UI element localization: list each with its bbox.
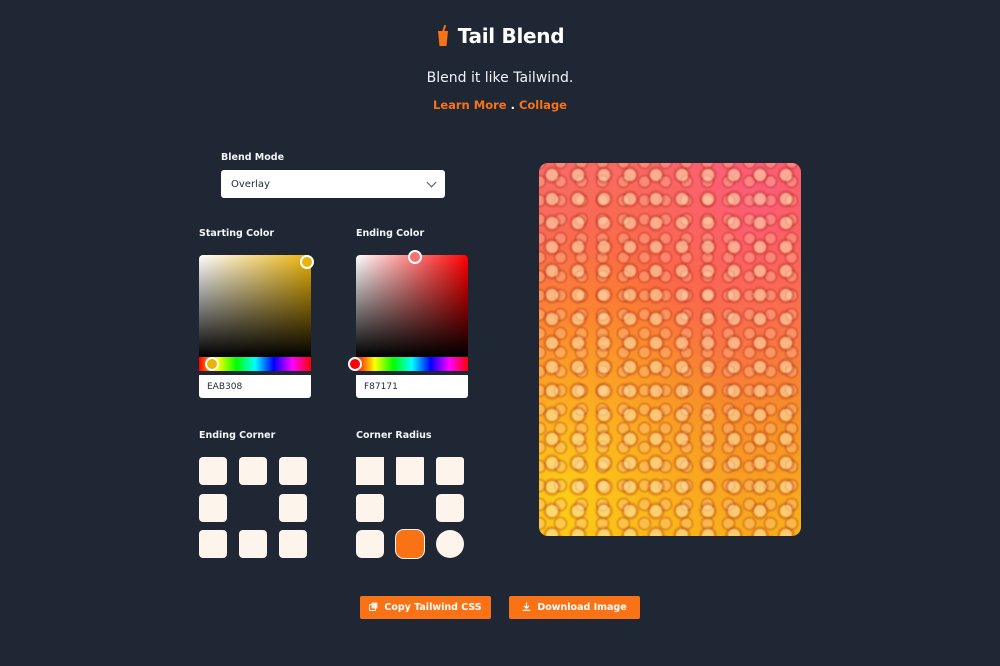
corner-radius-full[interactable] — [436, 530, 464, 558]
ending-color-saturation-handle[interactable] — [408, 250, 422, 264]
download-icon — [522, 602, 531, 614]
corner-radius-md[interactable] — [356, 494, 384, 522]
cup-icon — [436, 24, 450, 47]
preview-texture-overlay — [539, 163, 801, 536]
starting-color-saturation-handle[interactable] — [300, 255, 314, 269]
starting-color-hex-input[interactable]: EAB308 — [199, 375, 311, 398]
copy-tailwind-css-button[interactable]: Copy Tailwind CSS — [360, 596, 491, 619]
blend-mode-value: Overlay — [231, 178, 270, 190]
ending-corner-top-left[interactable] — [199, 457, 227, 485]
app-title: Tail Blend — [457, 24, 565, 48]
ending-color-hex-input[interactable]: F87171 — [356, 375, 468, 398]
brand: Tail Blend — [0, 24, 1000, 48]
corner-radius-lg[interactable] — [436, 494, 464, 522]
ending-corner-label: Ending Corner — [199, 430, 276, 441]
starting-color-saturation-picker[interactable] — [199, 255, 311, 357]
blend-preview-image — [539, 163, 801, 536]
collage-link[interactable]: Collage — [519, 98, 567, 112]
link-separator: . — [510, 98, 515, 112]
blend-mode-label: Blend Mode — [221, 152, 285, 163]
starting-color-hue-handle[interactable] — [205, 357, 219, 371]
corner-radius-none[interactable] — [356, 457, 384, 485]
ending-color-saturation-picker[interactable] — [356, 255, 468, 357]
ending-corner-top-right[interactable] — [279, 457, 307, 485]
ending-corner-bottom[interactable] — [239, 530, 267, 558]
corner-radius-default[interactable] — [436, 457, 464, 485]
corner-radius-selected[interactable] — [396, 530, 424, 558]
ending-corner-top[interactable] — [239, 457, 267, 485]
starting-color-label: Starting Color — [199, 228, 275, 239]
ending-color-hue-slider[interactable] — [356, 357, 468, 371]
tagline: Blend it like Tailwind. — [426, 70, 574, 86]
ending-color-hue-handle[interactable] — [348, 357, 362, 371]
copy-icon — [369, 602, 378, 614]
learn-more-link[interactable]: Learn More — [433, 98, 507, 112]
header-links: Learn More. Collage — [0, 98, 1000, 112]
ending-corner-bottom-left[interactable] — [199, 530, 227, 558]
download-image-button[interactable]: Download Image — [509, 596, 640, 619]
ending-corner-left[interactable] — [199, 494, 227, 522]
corner-radius-label: Corner Radius — [356, 430, 432, 441]
ending-color-label: Ending Color — [356, 228, 425, 239]
ending-corner-bottom-right[interactable] — [279, 530, 307, 558]
blend-mode-select[interactable]: Overlay — [221, 170, 445, 198]
corner-radius-xl[interactable] — [356, 530, 384, 558]
corner-radius-sm[interactable] — [396, 457, 424, 485]
chevron-down-icon — [426, 177, 437, 188]
ending-corner-right[interactable] — [279, 494, 307, 522]
copy-button-label: Copy Tailwind CSS — [384, 602, 482, 613]
download-button-label: Download Image — [537, 602, 627, 613]
